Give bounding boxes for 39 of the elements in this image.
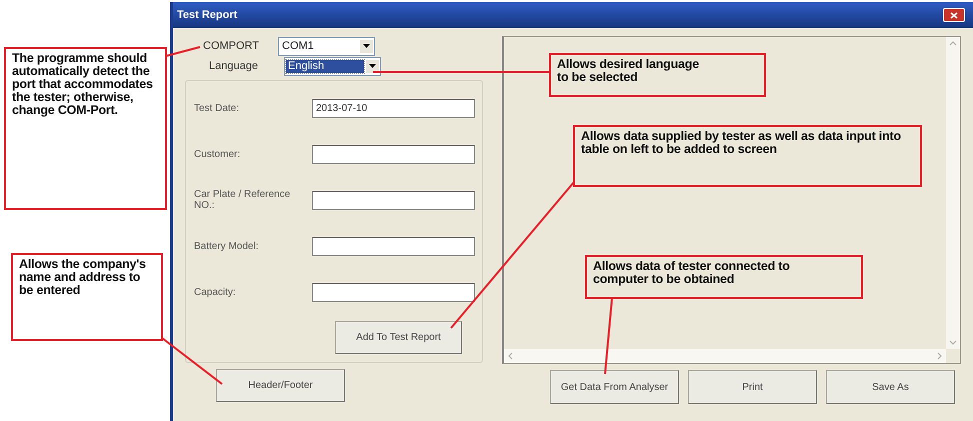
input-field[interactable] <box>312 190 475 210</box>
leader-line <box>161 337 223 385</box>
field-label: Test Date: <box>194 102 240 114</box>
field-label: Capacity: <box>194 286 237 298</box>
field-label: Language <box>208 60 259 72</box>
field-label: Battery Model: <box>194 240 260 252</box>
field-label: COMPORT <box>202 40 260 52</box>
dropdown-value: English <box>286 60 364 72</box>
dropdown-value: COM1 <box>281 40 315 52</box>
chevron-left-icon <box>508 352 513 360</box>
field-label: Customer: <box>194 148 242 160</box>
add-to-report-button[interactable]: Add To Test Report <box>335 321 462 354</box>
callout-note: Allows the company's name and address to be entered <box>11 253 163 341</box>
horizontal-scrollbar[interactable] <box>504 349 946 363</box>
input-field[interactable]: 2013-07-10 <box>312 98 475 118</box>
input-field[interactable] <box>312 236 475 256</box>
chevron-down-icon <box>949 340 957 345</box>
chevron-up-icon <box>949 41 957 46</box>
field-label: Car Plate / Reference NO.: <box>194 189 292 211</box>
window-title: Test Report <box>177 9 238 21</box>
vertical-scrollbar[interactable] <box>946 37 960 349</box>
callout-note: Allows desired language to be selected <box>549 53 766 97</box>
callout-note: The programme should automatically detect the port that accommodates the tester; otherwise, change COM-Port. <box>4 47 167 210</box>
save-as-button[interactable]: Save As <box>826 370 955 404</box>
caret-icon <box>363 44 370 48</box>
callout-note: Allows data supplied by tester as well as data input into table on left to be added to screen <box>573 125 922 187</box>
input-field[interactable] <box>312 282 475 302</box>
header-footer-button[interactable]: Header/Footer <box>216 369 345 402</box>
close-button[interactable] <box>943 8 965 22</box>
close-icon <box>950 12 958 18</box>
get-data-button[interactable]: Get Data From Analyser <box>550 370 679 404</box>
dropdown[interactable]: English <box>284 56 381 76</box>
dropdown[interactable]: COM1 <box>278 36 375 56</box>
input-field[interactable] <box>312 144 475 164</box>
print-button[interactable]: Print <box>688 370 817 404</box>
chevron-right-icon <box>937 352 942 360</box>
caret-icon <box>369 64 376 68</box>
leader-line <box>166 46 200 57</box>
callout-note: Allows data of tester connected to computer to be obtained <box>585 255 863 299</box>
